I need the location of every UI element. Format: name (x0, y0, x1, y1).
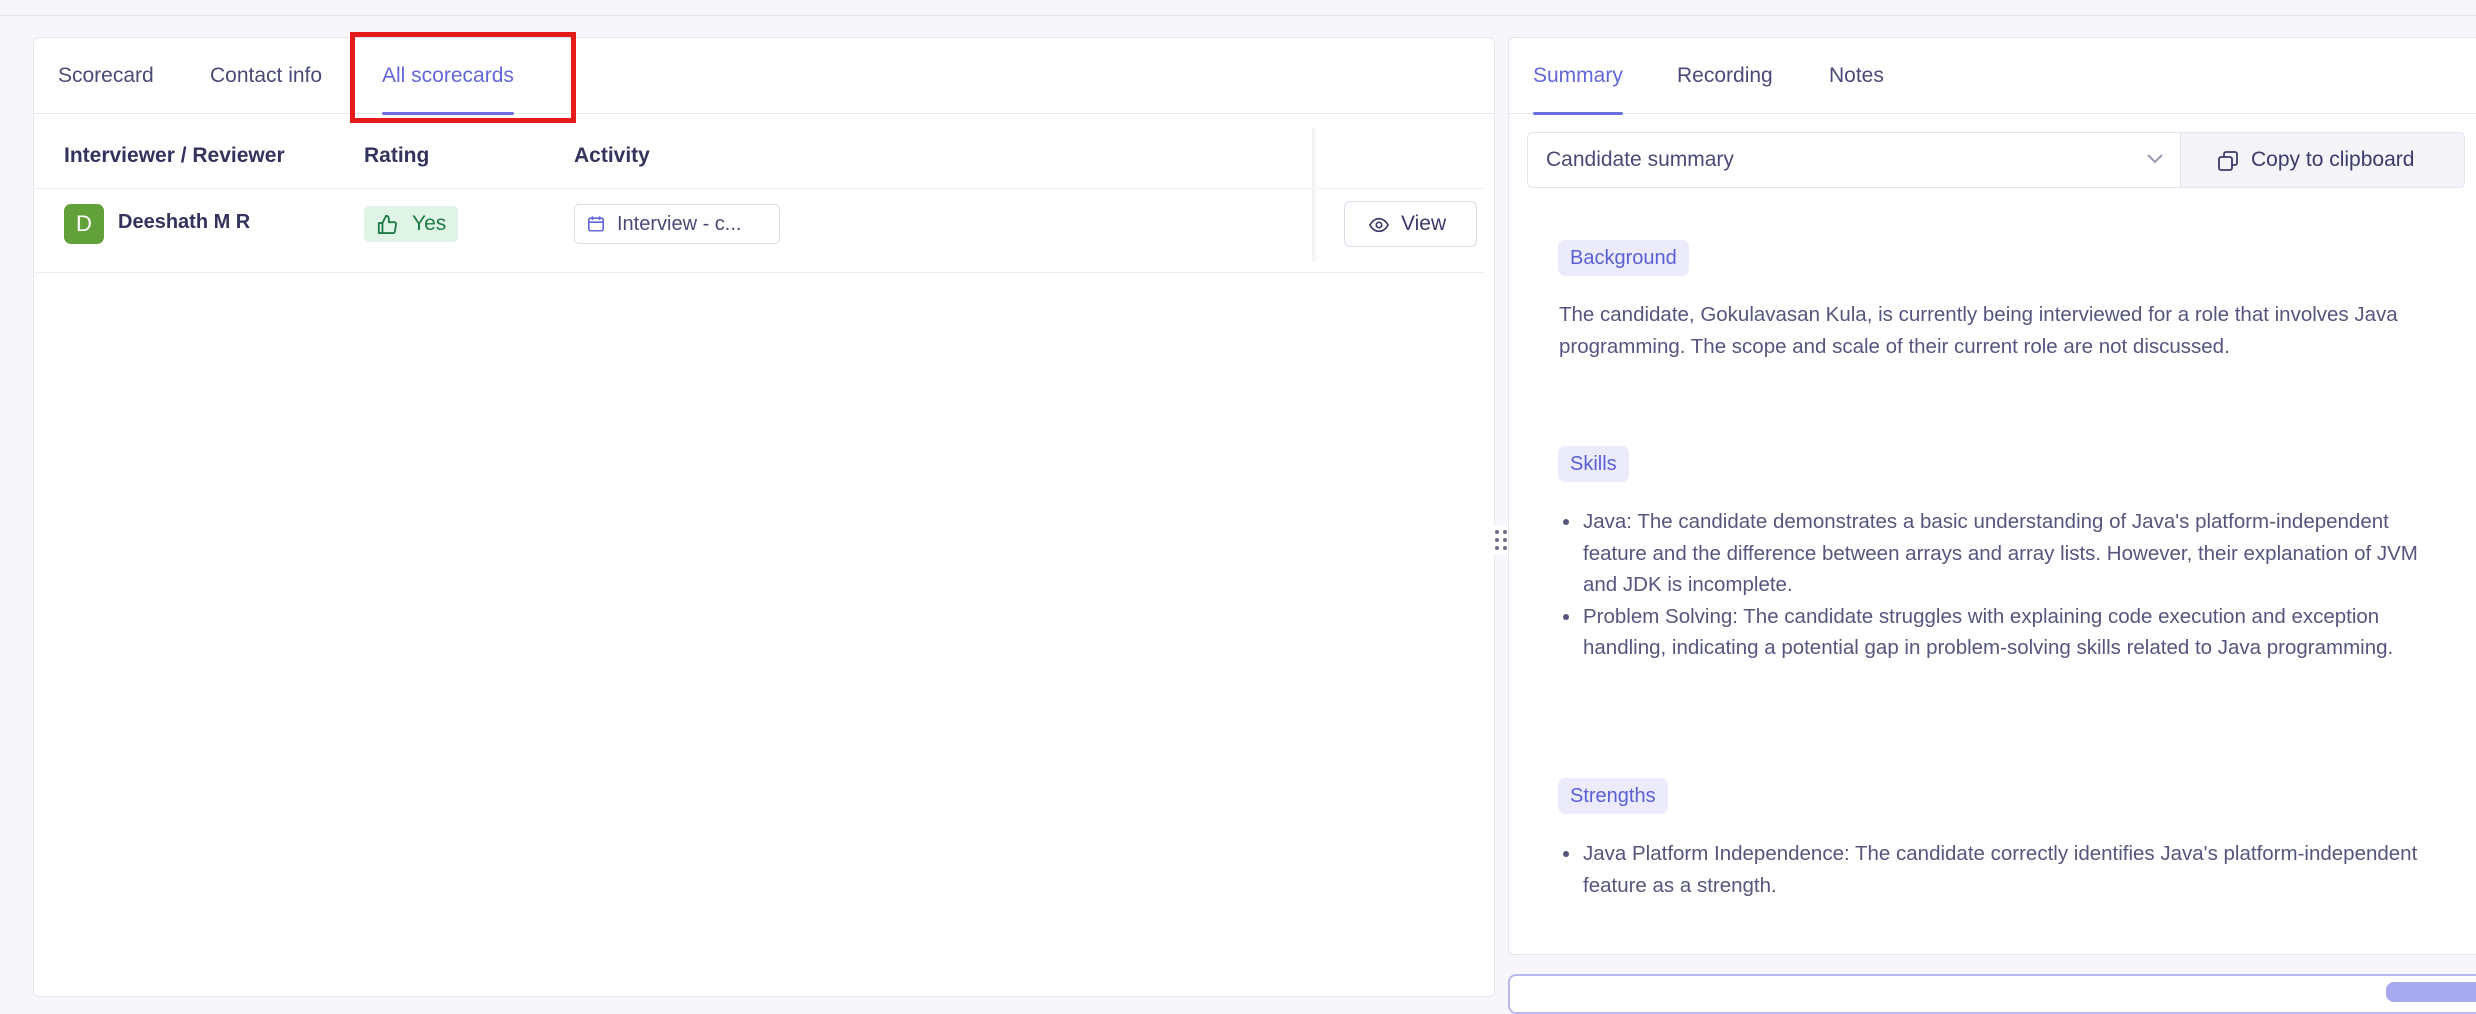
copy-button-label: Copy to clipboard (2251, 148, 2415, 171)
reviewer-name: Deeshath M R (118, 211, 251, 233)
column-header-reviewer: Interviewer / Reviewer (64, 144, 285, 167)
bottom-card-button[interactable] (2386, 982, 2476, 1002)
header-divider (34, 188, 1484, 189)
activity-label: Interview - c... (617, 213, 742, 235)
top-bar (0, 0, 2476, 16)
tab-notes[interactable]: Notes (1829, 38, 1884, 114)
list-item: Java: The candidate demonstrates a basic… (1559, 506, 2439, 601)
calendar-icon (587, 216, 605, 232)
bottom-input-card (1508, 974, 2476, 1014)
right-tab-bar: Summary Recording Notes (1509, 38, 2476, 115)
summary-type-select[interactable]: Candidate summary (1527, 132, 2181, 188)
tab-recording[interactable]: Recording (1677, 38, 1773, 114)
column-header-rating: Rating (364, 144, 430, 167)
sticky-column-shadow (1312, 128, 1318, 261)
list-item: Java Platform Independence: The candidat… (1559, 838, 2439, 901)
skills-list: Java: The candidate demonstrates a basic… (1559, 506, 2439, 664)
left-tab-bar: Scorecard Contact info All scorecards (34, 38, 1494, 115)
background-text: The candidate, Gokulavasan Kula, is curr… (1559, 303, 2398, 358)
section-tag-skills: Skills (1558, 446, 1629, 482)
section-tag-background: Background (1558, 240, 1689, 276)
rating-label: Yes (412, 212, 447, 235)
copy-to-clipboard-button[interactable]: Copy to clipboard (2181, 132, 2465, 188)
rating-badge: Yes (364, 206, 459, 242)
view-button-label: View (1401, 212, 1447, 235)
view-button[interactable]: View (1344, 201, 1477, 247)
column-header-activity: Activity (574, 144, 650, 167)
thumbs-up-icon (377, 214, 398, 234)
copy-icon (2218, 151, 2238, 171)
scorecard-panel: Scorecard Contact info All scorecards In… (33, 32, 1495, 997)
activity-chip[interactable]: Interview - c... (574, 204, 780, 244)
row-divider (34, 272, 1484, 273)
strengths-list: Java Platform Independence: The candidat… (1559, 838, 2439, 901)
chevron-down-icon (2147, 154, 2163, 164)
summary-type-value: Candidate summary (1546, 148, 1734, 171)
eye-icon (1369, 217, 1389, 233)
tab-contact-info[interactable]: Contact info (210, 38, 322, 114)
list-item: Problem Solving: The candidate struggles… (1559, 601, 2439, 664)
tab-scorecard[interactable]: Scorecard (58, 38, 154, 114)
section-tag-strengths: Strengths (1558, 778, 1668, 814)
summary-panel: Summary Recording Notes Candidate summar… (1508, 37, 2476, 955)
avatar: D (64, 204, 104, 244)
tab-summary[interactable]: Summary (1533, 38, 1623, 115)
tab-all-scorecards[interactable]: All scorecards (382, 38, 514, 115)
